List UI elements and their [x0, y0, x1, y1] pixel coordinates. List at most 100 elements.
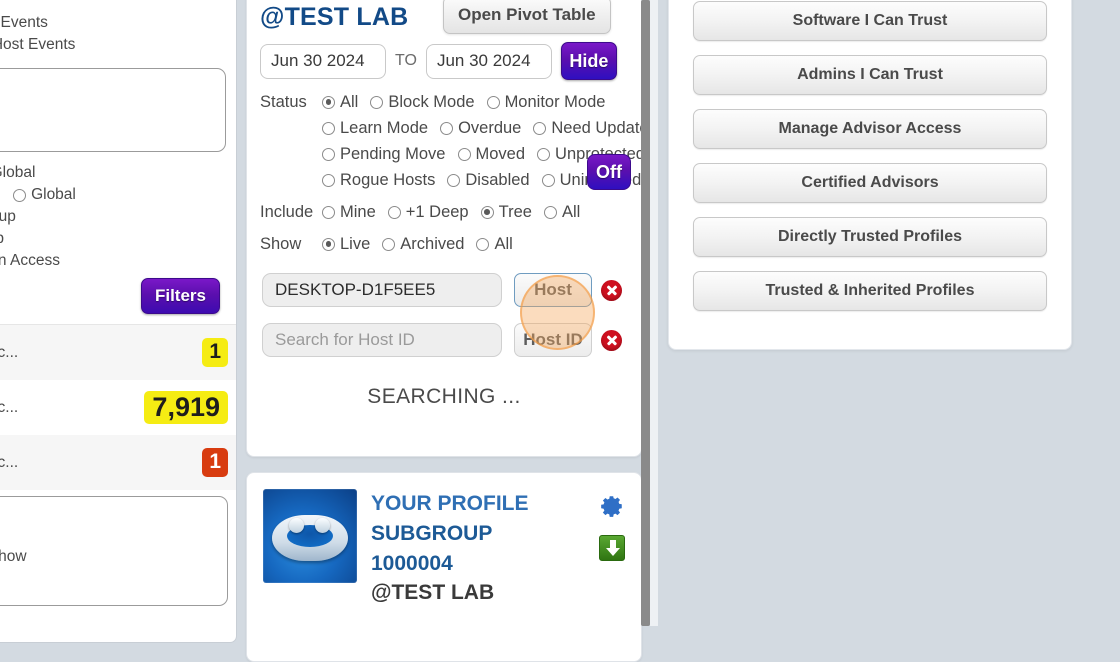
- date-to-input[interactable]: [425, 43, 552, 79]
- left-filter-panel: ds ents Only App Events Exceptions Host …: [0, 0, 236, 642]
- label-status-moved: Moved: [475, 144, 526, 163]
- status-option-rogue-hosts[interactable]: Rogue Hosts: [322, 171, 435, 190]
- include-option-mine[interactable]: Mine: [322, 203, 376, 222]
- radio-status-unprotected[interactable]: [537, 147, 551, 161]
- status-option-monitor-mode[interactable]: Monitor Mode: [486, 92, 606, 112]
- left-clipped-line-1: ds: [0, 0, 226, 12]
- label-show-all: All: [494, 234, 513, 253]
- groups-i-manage-label: ups I Manage: [0, 77, 215, 95]
- reporting-groups-label: rting Groups to Show: [0, 548, 27, 565]
- status-option-pending-move[interactable]: Pending Move: [322, 145, 446, 164]
- radio-include-all[interactable]: [543, 205, 557, 219]
- show-option-live[interactable]: Live: [322, 235, 370, 254]
- status-option-need-update[interactable]: Need Update: [533, 118, 649, 138]
- clear-host-icon[interactable]: [601, 279, 622, 301]
- group-summary-box: 3 Total rting Groups to Show: [0, 496, 228, 606]
- label-status-need-update: Need Update: [551, 118, 649, 137]
- label-show-archived: Archived: [400, 234, 465, 253]
- radio-show-all[interactable]: [476, 237, 490, 251]
- scope-row-2: Main Subgroup: [0, 206, 226, 228]
- radio-status-rogue-hosts[interactable]: [322, 173, 335, 187]
- status-option-all[interactable]: All: [322, 93, 358, 112]
- include-option-plus1deep[interactable]: +1 Deep: [387, 203, 469, 222]
- radio-global[interactable]: [13, 188, 27, 202]
- directly-trusted-profiles-button[interactable]: Directly Trusted Profiles: [693, 217, 1047, 257]
- status-option-block-mode[interactable]: Block Mode: [370, 93, 475, 112]
- radio-show-live[interactable]: [322, 237, 335, 251]
- host-search-input[interactable]: [262, 273, 502, 307]
- off-toggle-button[interactable]: Off: [587, 154, 631, 190]
- profile-subgroup-label: SUBGROUP: [371, 521, 493, 545]
- hide-button[interactable]: Hide: [560, 42, 617, 80]
- include-option-tree[interactable]: Tree: [480, 203, 532, 222]
- radio-show-archived[interactable]: [382, 237, 396, 251]
- label-status-learn-mode: Learn Mode: [340, 118, 429, 137]
- include-option-all[interactable]: All: [543, 203, 580, 222]
- host-id-input[interactable]: [262, 323, 502, 357]
- row-label: ero Breach Main Ac...: [0, 398, 19, 416]
- radio-status-overdue[interactable]: [440, 121, 454, 135]
- host-search-button[interactable]: Host: [514, 273, 592, 307]
- radio-include-tree[interactable]: [480, 205, 494, 219]
- open-pivot-table-button[interactable]: Open Pivot Table: [443, 0, 611, 34]
- profile-title: YOUR PROFILE: [371, 492, 529, 515]
- date-to-label: TO: [395, 52, 417, 69]
- filters-row: Filters: [0, 272, 226, 324]
- scope-header: ublic, Software & Global: [0, 164, 36, 181]
- show-option-archived[interactable]: Archived: [382, 235, 464, 254]
- scope-row-1: ublic Software Global: [0, 184, 226, 206]
- radio-status-need-update[interactable]: [533, 121, 547, 135]
- page-title: @TEST LAB: [260, 3, 409, 31]
- show-option-all[interactable]: All: [476, 234, 513, 254]
- host-id-search-button[interactable]: Host ID: [514, 323, 592, 357]
- trust-panel: Software I Can Trust Admins I Can Trust …: [668, 0, 1072, 350]
- date-from-input[interactable]: [260, 43, 386, 79]
- show-row: Show Live Archived All: [260, 231, 630, 257]
- status-row-2: Learn Mode Overdue Need Update: [260, 115, 649, 141]
- profile-icons: [599, 493, 625, 561]
- groups-i-manage-box[interactable]: ups I Manage: [0, 68, 226, 152]
- status-option-disabled[interactable]: Disabled: [447, 171, 530, 190]
- radio-include-mine[interactable]: [322, 205, 335, 219]
- clear-host-id-icon[interactable]: [601, 329, 622, 351]
- host-search-card: @TEST LAB Open Pivot Table TO Hide Statu…: [246, 0, 649, 457]
- status-option-overdue[interactable]: Overdue: [440, 119, 521, 138]
- label-by-admin-access: By Admin Access: [0, 252, 60, 269]
- radio-status-monitor-mode[interactable]: [486, 95, 500, 109]
- software-i-can-trust-button[interactable]: Software I Can Trust: [693, 1, 1047, 41]
- total-count: 3 Total: [0, 506, 215, 540]
- radio-status-uninstalled[interactable]: [541, 173, 555, 187]
- table-row[interactable]: ero Breach Main Ac... 1: [0, 325, 236, 380]
- row-label: ero Breach Main Ac...: [0, 343, 19, 361]
- certified-advisors-button[interactable]: Certified Advisors: [693, 163, 1047, 203]
- manage-advisor-access-button[interactable]: Manage Advisor Access: [693, 109, 1047, 149]
- table-row[interactable]: ero Breach Main Ac... 1: [0, 435, 236, 490]
- status-option-learn-mode[interactable]: Learn Mode: [322, 119, 428, 138]
- exceptions-host-events-row: Exceptions Host Events: [0, 34, 226, 56]
- radio-status-learn-mode[interactable]: [322, 121, 335, 135]
- radio-status-disabled[interactable]: [447, 173, 461, 187]
- radio-status-moved[interactable]: [457, 147, 471, 161]
- scope-row-3: p Admin Group: [0, 228, 226, 250]
- scrollbar-track[interactable]: [650, 0, 658, 626]
- radio-include-plus1deep[interactable]: [387, 205, 401, 219]
- filters-button[interactable]: Filters: [140, 278, 220, 314]
- radio-status-all[interactable]: [322, 95, 335, 109]
- label-status-monitor-mode: Monitor Mode: [504, 92, 606, 111]
- radio-status-block-mode[interactable]: [370, 95, 384, 109]
- trusted-inherited-profiles-button[interactable]: Trusted & Inherited Profiles: [693, 271, 1047, 311]
- row-badge: 1: [202, 338, 228, 367]
- scrollbar-thumb[interactable]: [641, 0, 650, 626]
- gear-icon[interactable]: [599, 493, 625, 519]
- radio-status-pending-move[interactable]: [322, 147, 335, 161]
- admins-i-can-trust-button[interactable]: Admins I Can Trust: [693, 55, 1047, 95]
- status-option-moved[interactable]: Moved: [457, 144, 526, 164]
- table-row[interactable]: ero Breach Main Ac... 7,919: [0, 380, 236, 435]
- label-admin-group: Admin Group: [0, 228, 4, 250]
- cloud-knob-left: [289, 518, 304, 533]
- status-row-4: Rogue Hosts Disabled Uninstalled: [260, 167, 641, 193]
- scope-row-4: None By Admin Access: [0, 250, 226, 272]
- cloud-knob-right: [315, 518, 330, 533]
- label-status-pending-move: Pending Move: [340, 144, 446, 163]
- download-icon[interactable]: [599, 535, 625, 561]
